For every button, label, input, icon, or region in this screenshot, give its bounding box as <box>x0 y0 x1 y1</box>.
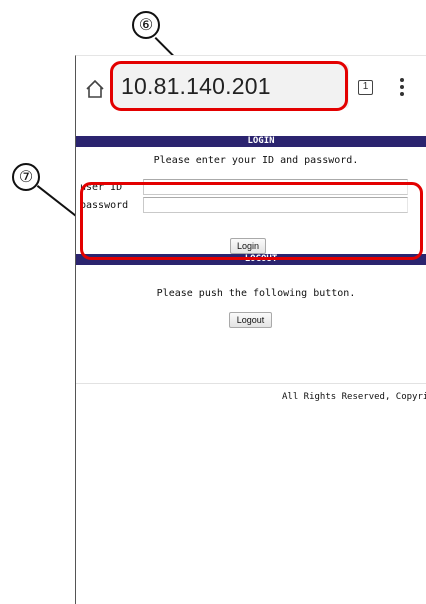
footer-copyright: All Rights Reserved, Copyrig <box>282 392 426 402</box>
footer-divider <box>76 383 426 384</box>
login-form-highlight-box <box>80 182 423 260</box>
logout-message: Please push the following button. <box>156 288 356 299</box>
logout-button[interactable]: Logout <box>229 312 272 328</box>
login-message: Please enter your ID and password. <box>153 155 359 166</box>
callout-7-badge: ⑦ <box>12 163 40 191</box>
home-icon[interactable] <box>84 78 106 100</box>
login-header: LOGIN <box>76 136 426 147</box>
overflow-menu-icon[interactable] <box>396 78 408 98</box>
phone-screen: 10.81.140.201 1 LOGIN Please enter your … <box>75 55 426 604</box>
tab-switcher-icon[interactable]: 1 <box>358 80 373 95</box>
url-highlight-box <box>110 61 348 111</box>
callout-6-badge: ⑥ <box>132 11 160 39</box>
